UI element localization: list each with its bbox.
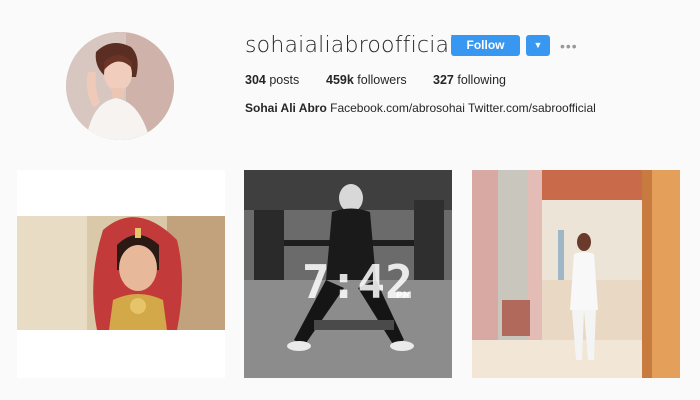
post-corridor-portrait[interactable] [472,170,680,378]
followers-stat[interactable]: 459k followers [326,73,407,87]
posts-grid: 7:42 PM [0,170,700,380]
post-gym-selfie[interactable]: 7:42 PM [244,170,452,378]
following-count: 327 [433,73,454,87]
post-image [472,170,680,378]
profile-full-name: Sohai Ali Abro [245,101,327,115]
more-options-icon[interactable]: ••• [560,38,578,54]
posts-stat: 304 posts [245,73,299,87]
caret-down-icon: ▼ [533,40,543,50]
following-stat[interactable]: 327 following [433,73,506,87]
follow-button[interactable]: Follow [451,35,520,56]
avatar[interactable] [66,32,174,140]
profile-header: sohaialiabroofficial Follow ▼ ••• 304 po… [0,0,700,160]
profile-username: sohaialiabroofficial [245,33,456,58]
post-image [17,170,225,378]
followers-label: followers [357,73,407,87]
posts-label: posts [269,73,300,87]
followers-count: 459k [326,73,354,87]
profile-bio: Sohai Ali Abro Facebook.com/abrosohai Tw… [245,101,596,115]
clock-overlay-ampm: PM [396,291,412,301]
post-image: 7:42 PM [244,170,452,378]
avatar-image [66,32,174,140]
suggestions-dropdown-button[interactable]: ▼ [526,35,550,56]
following-label: following [457,73,506,87]
profile-bio-links[interactable]: Facebook.com/abrosohai Twitter.com/sabro… [330,101,596,115]
posts-count: 304 [245,73,266,87]
post-bridal-portrait[interactable] [17,170,225,378]
